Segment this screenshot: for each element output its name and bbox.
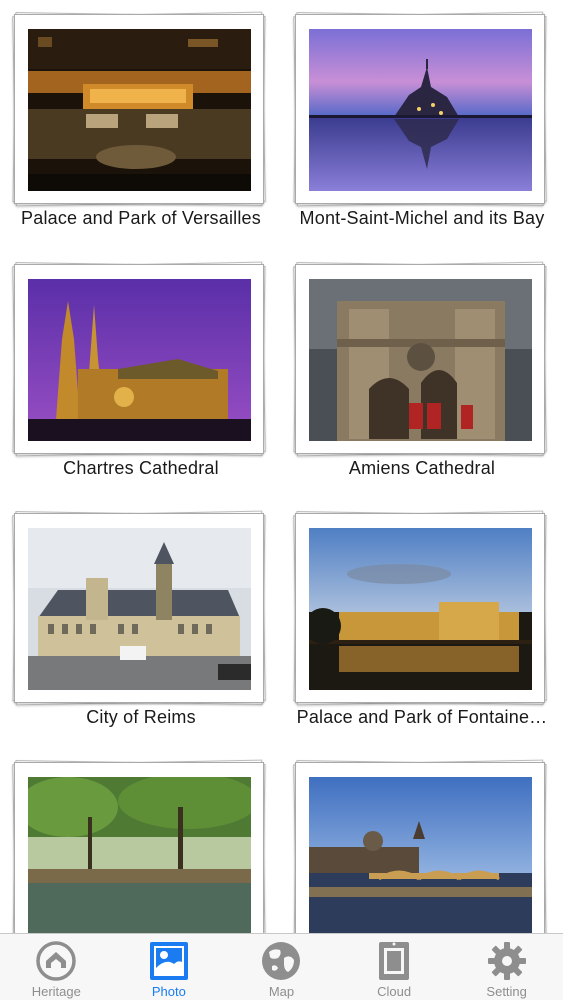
photo-stack (12, 261, 266, 457)
photo-caption: Palace and Park of Fontaine… (296, 707, 548, 727)
tab-label: Setting (486, 984, 527, 999)
canal-photo (28, 777, 251, 939)
photo-stack (293, 11, 547, 207)
tab-heritage[interactable]: Heritage (0, 934, 113, 1000)
mont-saint-michel-photo (309, 29, 532, 191)
globe-icon (262, 942, 301, 980)
heritage-icon (36, 941, 77, 981)
gear-icon (487, 942, 526, 980)
tab-label: Map (268, 984, 295, 999)
photo-caption: Amiens Cathedral (348, 458, 496, 478)
photo-stack (12, 759, 266, 955)
tab-photo[interactable]: Photo (113, 934, 226, 1000)
photo-card-chartres[interactable]: Chartres Cathedral (0, 250, 282, 499)
photo-card-fontainebleau[interactable]: Palace and Park of Fontaine… (281, 499, 563, 748)
photo-icon (149, 942, 188, 980)
photo-stack (293, 261, 547, 457)
photo-caption: Mont-Saint-Michel and its Bay (299, 208, 545, 228)
chartres-photo (28, 279, 251, 441)
photo-stack (293, 759, 547, 955)
photo-card-versailles[interactable]: Palace and Park of Versailles (0, 0, 282, 250)
versailles-photo (28, 29, 251, 191)
tab-label: Photo (151, 984, 186, 999)
tab-setting[interactable]: Setting (450, 934, 563, 1000)
fontainebleau-photo (309, 528, 532, 690)
reims-photo (28, 528, 251, 690)
photo-stack (293, 510, 547, 706)
photo-card-mont-saint-michel[interactable]: Mont-Saint-Michel and its Bay (281, 0, 563, 250)
photo-card-reims[interactable]: City of Reims (0, 499, 282, 748)
tab-label: Cloud (377, 984, 412, 999)
cloud-icon (379, 942, 410, 980)
tab-cloud[interactable]: Cloud (338, 934, 451, 1000)
photo-caption: Chartres Cathedral (63, 458, 219, 478)
tab-bar: Heritage Photo Map Cloud Setting (0, 933, 563, 1000)
amiens-photo (309, 279, 532, 441)
photo-card-amiens[interactable]: Amiens Cathedral (281, 250, 563, 499)
photo-caption: City of Reims (86, 707, 196, 727)
tab-map[interactable]: Map (225, 934, 338, 1000)
photo-caption: Palace and Park of Versailles (21, 208, 261, 228)
tab-label: Heritage (31, 984, 81, 999)
paris-seine-photo (309, 777, 532, 939)
photo-grid-screen: Palace and Park of Versailles Mont-Saint… (0, 0, 563, 1000)
photo-stack (12, 510, 266, 706)
photo-stack (12, 11, 266, 207)
